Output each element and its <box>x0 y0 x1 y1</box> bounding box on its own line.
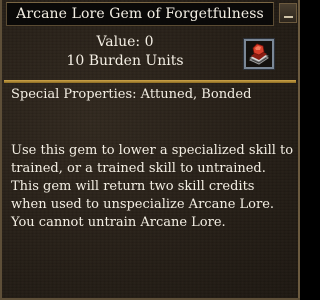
gem-book-icon <box>246 41 272 67</box>
window-title: Arcane Lore Gem of Forgetfulness <box>16 6 264 22</box>
item-info-panel: Arcane Lore Gem of Forgetfulness Value: … <box>0 0 300 300</box>
arcane-gem-icon[interactable] <box>243 38 275 70</box>
description-line: This gem will return two skill credits <box>11 179 255 194</box>
special-properties: Special Properties: Attuned, Bonded <box>11 87 252 102</box>
description-line: when used to unspecialize Arcane Lore. <box>11 197 275 212</box>
minimize-button[interactable] <box>279 3 297 23</box>
section-divider <box>4 80 296 83</box>
minimize-icon <box>283 16 293 18</box>
description-line: Use this gem to lower a specialized skil… <box>11 143 294 158</box>
item-value: Value: 0 <box>96 34 154 50</box>
window-title-bar[interactable]: Arcane Lore Gem of Forgetfulness <box>6 2 274 26</box>
item-description: Use this gem to lower a specialized skil… <box>11 142 293 232</box>
description-line: trained, or a trained skill to untrained… <box>11 161 266 176</box>
window-frame-right <box>298 0 300 300</box>
item-burden: 10 Burden Units <box>66 53 184 69</box>
description-line: You cannot untrain Arcane Lore. <box>11 215 226 230</box>
